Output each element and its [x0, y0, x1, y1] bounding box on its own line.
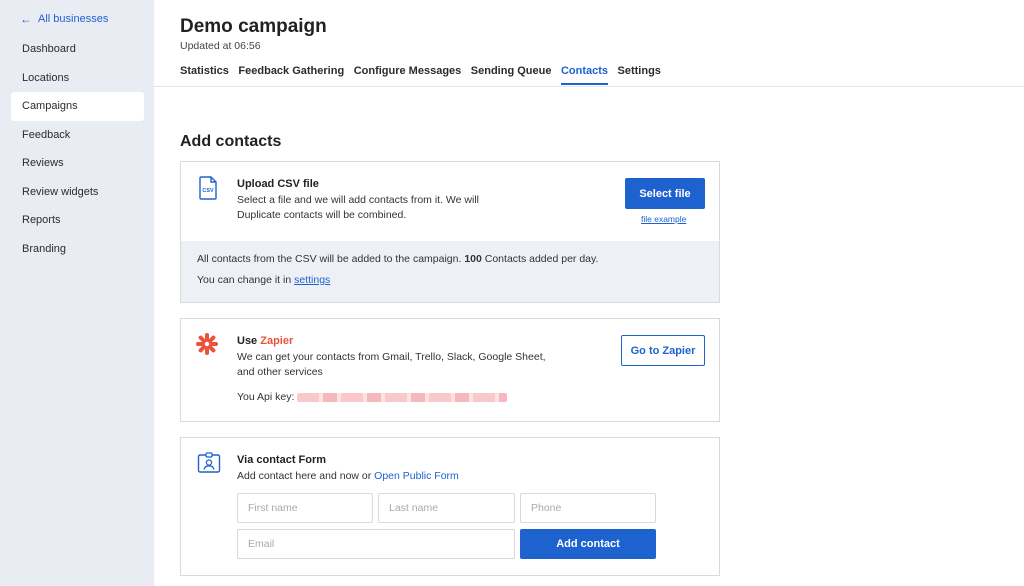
tab-feedback-gathering[interactable]: Feedback Gathering — [238, 65, 344, 85]
page-title: Demo campaign — [180, 16, 327, 37]
csv-description-line-2: Duplicate contacts will be combined. — [237, 209, 407, 221]
zapier-heading: Use Zapier — [237, 335, 293, 347]
csv-description-line-1: Select a file and we will add contacts f… — [237, 194, 479, 206]
sidebar-item-locations[interactable]: Locations — [11, 64, 144, 93]
sidebar-item-review-widgets[interactable]: Review widgets — [11, 178, 144, 207]
tabs-divider — [154, 86, 1024, 87]
zapier-description-line-1: We can get your contacts from Gmail, Tre… — [237, 351, 546, 363]
api-key-row: You Api key: — [237, 390, 508, 406]
zapier-brand-text: Zapier — [260, 335, 294, 347]
zapier-asterisk-icon — [196, 333, 218, 360]
sidebar-item-feedback[interactable]: Feedback — [11, 121, 144, 150]
file-example-link[interactable]: file example — [641, 214, 686, 224]
last-name-input[interactable] — [378, 493, 515, 523]
contact-card-icon — [197, 452, 221, 479]
sidebar-nav: Dashboard Locations Campaigns Feedback R… — [11, 35, 144, 263]
email-input[interactable] — [237, 529, 515, 559]
sidebar-item-dashboard[interactable]: Dashboard — [11, 35, 144, 64]
tab-sending-queue[interactable]: Sending Queue — [471, 65, 552, 85]
change-prefix: You can change it in — [197, 274, 295, 286]
contact-form-card: Via contact Form Add contact here and no… — [180, 437, 720, 576]
first-name-input[interactable] — [237, 493, 373, 523]
contact-form-heading: Via contact Form — [237, 454, 327, 466]
csv-upload-card: CSV Upload CSV file Select a file and we… — [180, 161, 720, 303]
open-public-form-link[interactable]: Open Public Form — [374, 470, 459, 482]
zapier-description-line-2: and other services — [237, 366, 323, 378]
form-desc-prefix: Add contact here and now or — [237, 470, 375, 482]
api-key-label: You Api key: — [237, 391, 295, 403]
sidebar-item-reviews[interactable]: Reviews — [11, 149, 144, 178]
back-link-label: All businesses — [38, 13, 109, 25]
main-content: Demo campaign Updated at 06:56 Statistic… — [154, 0, 1024, 586]
zapier-heading-prefix: Use — [237, 335, 261, 347]
csv-footer-info: All contacts from the CSV will be added … — [197, 253, 598, 265]
zapier-card: Use Zapier We can get your contacts from… — [180, 318, 720, 422]
csv-heading: Upload CSV file — [237, 178, 319, 190]
add-contact-button[interactable]: Add contact — [520, 529, 656, 559]
api-key-redacted — [297, 392, 508, 402]
csv-footer: All contacts from the CSV will be added … — [181, 241, 719, 302]
contact-form-description: Add contact here and now or Open Public … — [237, 469, 459, 485]
back-to-businesses-link[interactable]: ← All businesses — [20, 13, 108, 25]
go-to-zapier-button[interactable]: Go to Zapier — [621, 335, 705, 366]
tab-settings[interactable]: Settings — [618, 65, 661, 85]
phone-input[interactable] — [520, 493, 656, 523]
tab-statistics[interactable]: Statistics — [180, 65, 229, 85]
csv-footer-change: You can change it in settings — [197, 274, 330, 286]
sidebar-item-campaigns[interactable]: Campaigns — [11, 92, 144, 121]
contacts-per-day-count: 100 — [464, 253, 482, 265]
select-file-button[interactable]: Select file — [625, 178, 705, 209]
section-title: Add contacts — [180, 133, 282, 150]
csv-file-icon: CSV — [198, 176, 218, 205]
arrow-left-icon: ← — [20, 12, 32, 26]
svg-text:CSV: CSV — [202, 188, 214, 194]
tab-configure-messages[interactable]: Configure Messages — [354, 65, 462, 85]
tab-contacts[interactable]: Contacts — [560, 65, 609, 85]
settings-link[interactable]: settings — [294, 274, 330, 286]
sidebar: ← All businesses Dashboard Locations Cam… — [0, 0, 154, 586]
footer-info-prefix: All contacts from the CSV will be added … — [197, 253, 465, 265]
footer-info-suffix: Contacts added per day. — [481, 253, 599, 265]
campaign-tabs: Statistics Feedback Gathering Configure … — [180, 65, 670, 85]
sidebar-item-reports[interactable]: Reports — [11, 206, 144, 235]
sidebar-item-branding[interactable]: Branding — [11, 235, 144, 264]
updated-timestamp: Updated at 06:56 — [180, 40, 261, 52]
